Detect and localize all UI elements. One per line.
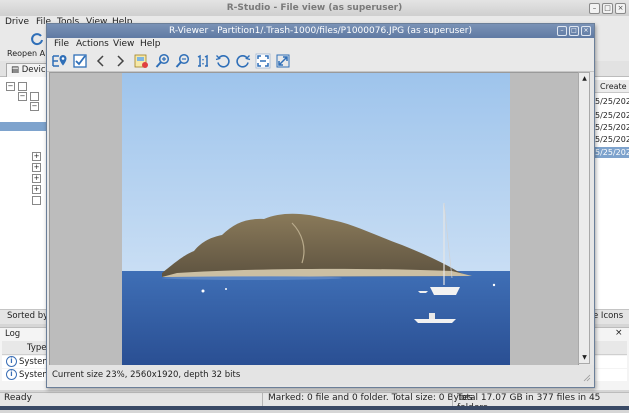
tree-selected-item[interactable] — [0, 122, 47, 131]
tree-expander[interactable]: + — [32, 152, 41, 161]
status-divider — [452, 393, 453, 406]
large-icons-view-button[interactable]: e Icons — [593, 311, 623, 321]
viewer-menu-view[interactable]: View — [113, 38, 134, 51]
zoom-in-icon[interactable] — [155, 53, 171, 69]
log-close-icon[interactable]: × — [615, 328, 623, 338]
map-location-icon[interactable] — [52, 53, 68, 69]
viewer-titlebar[interactable]: R-Viewer - Partition1/.Trash-1000/files/… — [47, 24, 594, 38]
previous-icon[interactable] — [93, 53, 109, 69]
maximize-button[interactable]: □ — [602, 3, 613, 14]
viewer-maximize-button[interactable]: □ — [569, 26, 579, 36]
main-window-title: R-Studio - File view (as superuser) — [226, 3, 403, 13]
status-divider — [262, 393, 263, 406]
scroll-up-icon[interactable]: ▲ — [580, 74, 589, 83]
reopen-icon[interactable] — [30, 32, 44, 46]
tree-expander[interactable]: − — [6, 82, 15, 91]
tab-devices-label: Devic — [21, 65, 46, 75]
tree-checkbox[interactable] — [30, 92, 39, 101]
preview-photo — [122, 73, 510, 365]
taskbar-strip — [0, 406, 629, 410]
status-total: Total 17.07 GB in 377 files in 45 folder… — [457, 393, 601, 413]
file-created-cell[interactable]: 5/25/202 — [593, 96, 629, 107]
file-created-cell-selected[interactable]: 5/25/202 — [593, 147, 629, 158]
info-icon: i — [6, 356, 17, 367]
status-ready: Ready — [4, 393, 32, 403]
r-viewer-window[interactable]: R-Viewer - Partition1/.Trash-1000/files/… — [46, 23, 595, 388]
fullscreen-icon[interactable] — [275, 53, 291, 69]
viewer-toolbar — [47, 51, 594, 72]
tree-expander[interactable]: + — [32, 174, 41, 183]
info-icon: i — [6, 369, 17, 380]
viewer-close-button[interactable]: × — [581, 26, 591, 36]
main-window-controls: – □ × — [589, 3, 626, 14]
viewer-title: R-Viewer - Partition1/.Trash-1000/files/… — [168, 26, 473, 36]
tree-expander[interactable]: − — [30, 102, 39, 111]
column-header-created[interactable]: Create — [593, 80, 629, 93]
log-column-type[interactable]: Type — [27, 343, 47, 353]
viewer-image-info: Current size 23%, 2560x1920, depth 32 bi… — [52, 370, 241, 380]
image-viewport[interactable] — [49, 72, 579, 366]
tree-expander[interactable]: + — [32, 163, 41, 172]
zoom-out-icon[interactable] — [175, 53, 191, 69]
reopen-button-label[interactable]: Reopen A — [7, 49, 45, 58]
resize-grip-icon[interactable] — [583, 374, 591, 382]
menu-drive[interactable]: Drive — [5, 16, 29, 29]
viewer-minimize-button[interactable]: – — [557, 26, 567, 36]
sorted-by-label[interactable]: Sorted by — [7, 311, 48, 321]
tab-devices[interactable]: ▤ Devic — [6, 63, 51, 77]
tree-expander[interactable]: + — [32, 185, 41, 194]
file-created-cell[interactable]: 5/25/202 — [593, 110, 629, 121]
tree-checkbox[interactable] — [18, 82, 27, 91]
log-title: Log — [5, 329, 21, 339]
vertical-scrollbar[interactable]: ▲ ▼ — [578, 72, 590, 364]
viewer-menu-actions[interactable]: Actions — [76, 38, 109, 51]
actual-size-icon[interactable] — [195, 53, 211, 69]
file-created-cell[interactable]: 5/25/202 — [593, 122, 629, 133]
rotate-left-icon[interactable] — [215, 53, 231, 69]
status-marked: Marked: 0 file and 0 folder. Total size:… — [268, 393, 473, 403]
viewer-menu-file[interactable]: File — [54, 38, 69, 51]
file-created-cell[interactable]: 5/25/202 — [593, 134, 629, 145]
rotate-right-icon[interactable] — [235, 53, 251, 69]
folder-tree-pane[interactable] — [0, 77, 49, 309]
viewer-window-controls: – □ × — [557, 26, 591, 36]
save-file-icon[interactable] — [133, 53, 149, 69]
devices-icon: ▤ — [11, 65, 20, 75]
viewer-statusbar: Current size 23%, 2560x1920, depth 32 bi… — [47, 365, 594, 385]
minimize-button[interactable]: – — [589, 3, 600, 14]
next-icon[interactable] — [112, 53, 128, 69]
mark-checkbox-icon[interactable] — [72, 53, 88, 69]
main-window-titlebar[interactable]: R-Studio - File view (as superuser) — [0, 0, 629, 17]
close-button[interactable]: × — [615, 3, 626, 14]
viewer-menu-help[interactable]: Help — [140, 38, 161, 51]
tree-checkbox[interactable] — [32, 196, 41, 205]
fit-to-window-icon[interactable] — [255, 53, 271, 69]
tree-expander[interactable]: − — [18, 92, 27, 101]
viewer-menubar: File Actions View Help — [47, 38, 594, 51]
scroll-down-icon[interactable]: ▼ — [580, 353, 589, 362]
